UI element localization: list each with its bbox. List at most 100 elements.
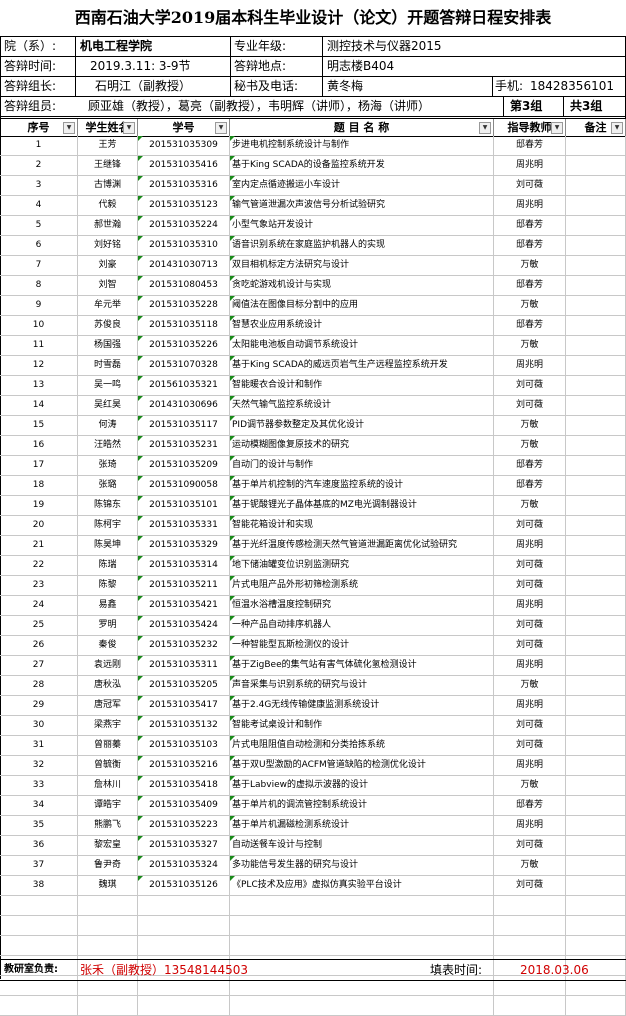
- cell-topic[interactable]: 智慧农业应用系统设计: [230, 316, 494, 335]
- cell-no[interactable]: 14: [0, 396, 78, 415]
- cell-advisor[interactable]: 刘可薇: [494, 876, 566, 895]
- cell-name[interactable]: 张琦: [78, 456, 138, 475]
- cell-name[interactable]: [78, 996, 138, 1015]
- cell-name[interactable]: 陈锦东: [78, 496, 138, 515]
- cell-remark[interactable]: [566, 336, 626, 355]
- cell-id[interactable]: 201531035126: [138, 876, 230, 895]
- cell-no[interactable]: 32: [0, 756, 78, 775]
- cell-remark[interactable]: [566, 896, 626, 915]
- table-row[interactable]: [0, 916, 626, 936]
- cell-id[interactable]: [138, 936, 230, 955]
- cell-no[interactable]: 1: [0, 136, 78, 155]
- cell-topic[interactable]: 一种智能型瓦斯检测仪的设计: [230, 636, 494, 655]
- filter-dropdown-icon[interactable]: ▼: [479, 122, 491, 134]
- cell-no[interactable]: 28: [0, 676, 78, 695]
- table-row[interactable]: 34 谭皓宇 201531035409 基于单片机的调流管控制系统设计 邸春芳: [0, 796, 626, 816]
- cell-no[interactable]: 22: [0, 556, 78, 575]
- cell-advisor[interactable]: 周兆明: [494, 156, 566, 175]
- header-no[interactable]: 序号 ▼: [0, 119, 78, 136]
- cell-name[interactable]: 刘好铭: [78, 236, 138, 255]
- cell-remark[interactable]: [566, 816, 626, 835]
- cell-no[interactable]: 5: [0, 216, 78, 235]
- cell-advisor[interactable]: [494, 936, 566, 955]
- cell-id[interactable]: 201531035417: [138, 696, 230, 715]
- cell-id[interactable]: 201531035101: [138, 496, 230, 515]
- table-row[interactable]: 12 时雪磊 201531070328 基于King SCADA的威远页岩气生产远程监…: [0, 356, 626, 376]
- cell-advisor[interactable]: 邸春芳: [494, 316, 566, 335]
- cell-name[interactable]: 郝世瀚: [78, 216, 138, 235]
- table-row[interactable]: 1 王芳 201531035309 步进电机控制系统设计与制作 邸春芳: [0, 136, 626, 156]
- cell-advisor[interactable]: 万敏: [494, 436, 566, 455]
- date-value[interactable]: 2018.03.06: [520, 960, 589, 980]
- cell-remark[interactable]: [566, 996, 626, 1015]
- cell-advisor[interactable]: 刘可薇: [494, 576, 566, 595]
- table-row[interactable]: [0, 996, 626, 1016]
- cell-no[interactable]: 34: [0, 796, 78, 815]
- cell-remark[interactable]: [566, 356, 626, 375]
- leader-value[interactable]: 石明江（副教授）: [95, 77, 228, 96]
- cell-remark[interactable]: [566, 776, 626, 795]
- cell-topic[interactable]: 贪吃蛇游戏机设计与实现: [230, 276, 494, 295]
- cell-topic[interactable]: 基于单片机漏磁检测系统设计: [230, 816, 494, 835]
- cell-remark[interactable]: [566, 296, 626, 315]
- header-topic[interactable]: 题 目 名 称 ▼: [230, 119, 494, 136]
- cell-name[interactable]: 罗明: [78, 616, 138, 635]
- cell-topic[interactable]: 天然气输气监控系统设计: [230, 396, 494, 415]
- cell-no[interactable]: 20: [0, 516, 78, 535]
- cell-id[interactable]: 201531035209: [138, 456, 230, 475]
- cell-no[interactable]: 26: [0, 636, 78, 655]
- cell-remark[interactable]: [566, 696, 626, 715]
- cell-advisor[interactable]: [494, 996, 566, 1015]
- cell-advisor[interactable]: 刘可薇: [494, 716, 566, 735]
- filter-dropdown-icon[interactable]: ▼: [63, 122, 75, 134]
- cell-id[interactable]: 201531035329: [138, 536, 230, 555]
- table-row[interactable]: 38 魏琪 201531035126 《PLC技术及应用》虚拟仿真实验平台设计 刘可薇: [0, 876, 626, 896]
- table-row[interactable]: 5 郝世瀚 201531035224 小型气象站开发设计 邸春芳: [0, 216, 626, 236]
- cell-advisor[interactable]: [494, 916, 566, 935]
- cell-remark[interactable]: [566, 836, 626, 855]
- cell-id[interactable]: 201531035314: [138, 556, 230, 575]
- cell-name[interactable]: 熊鹏飞: [78, 816, 138, 835]
- cell-name[interactable]: 陈昊坤: [78, 536, 138, 555]
- cell-remark[interactable]: [566, 316, 626, 335]
- cell-advisor[interactable]: 刘可薇: [494, 556, 566, 575]
- cell-no[interactable]: 36: [0, 836, 78, 855]
- cell-advisor[interactable]: 周兆明: [494, 196, 566, 215]
- cell-remark[interactable]: [566, 716, 626, 735]
- cell-no[interactable]: 35: [0, 816, 78, 835]
- cell-id[interactable]: 201431030696: [138, 396, 230, 415]
- cell-no[interactable]: 19: [0, 496, 78, 515]
- cell-advisor[interactable]: 周兆明: [494, 596, 566, 615]
- cell-topic[interactable]: 室内定点循迹搬运小车设计: [230, 176, 494, 195]
- cell-id[interactable]: 201531035231: [138, 436, 230, 455]
- cell-advisor[interactable]: [494, 896, 566, 915]
- table-row[interactable]: 14 吴红昊 201431030696 天然气输气监控系统设计 刘可薇: [0, 396, 626, 416]
- cell-topic[interactable]: 地下储油罐变位识别监测研究: [230, 556, 494, 575]
- cell-name[interactable]: 刘智: [78, 276, 138, 295]
- cell-advisor[interactable]: 邸春芳: [494, 476, 566, 495]
- cell-name[interactable]: 袁远刚: [78, 656, 138, 675]
- table-row[interactable]: 36 黎宏皇 201531035327 自动送餐车设计与控制 刘可薇: [0, 836, 626, 856]
- cell-topic[interactable]: 一种产品自动排序机器人: [230, 616, 494, 635]
- header-name[interactable]: 学生姓名 ▼: [78, 119, 138, 136]
- table-row[interactable]: [0, 896, 626, 916]
- cell-topic[interactable]: [230, 936, 494, 955]
- cell-name[interactable]: 陈瑞: [78, 556, 138, 575]
- cell-no[interactable]: 33: [0, 776, 78, 795]
- members-value[interactable]: 顾亚雄（教授），葛亮（副教授），韦明辉（讲师），杨海（讲师）: [88, 97, 492, 116]
- cell-no[interactable]: 4: [0, 196, 78, 215]
- cell-topic[interactable]: 双目相机标定方法研究与设计: [230, 256, 494, 275]
- cell-id[interactable]: 201531035224: [138, 216, 230, 235]
- cell-id[interactable]: 201531035216: [138, 756, 230, 775]
- table-row[interactable]: 17 张琦 201531035209 自动门的设计与制作 邸春芳: [0, 456, 626, 476]
- cell-remark[interactable]: [566, 236, 626, 255]
- cell-name[interactable]: 王继锋: [78, 156, 138, 175]
- cell-no[interactable]: 29: [0, 696, 78, 715]
- cell-no[interactable]: 16: [0, 436, 78, 455]
- cell-no[interactable]: 12: [0, 356, 78, 375]
- cell-name[interactable]: 古博渊: [78, 176, 138, 195]
- table-row[interactable]: 28 唐秋泓 201531035205 声音采集与识别系统的研究与设计 万敏: [0, 676, 626, 696]
- cell-id[interactable]: 201531035331: [138, 516, 230, 535]
- table-row[interactable]: 24 易鑫 201531035421 恒温水浴槽温度控制研究 周兆明: [0, 596, 626, 616]
- cell-remark[interactable]: [566, 216, 626, 235]
